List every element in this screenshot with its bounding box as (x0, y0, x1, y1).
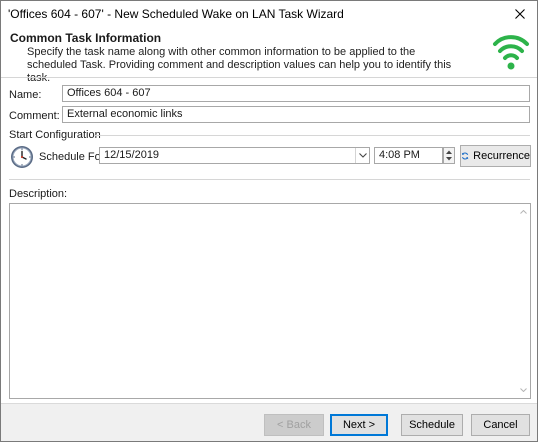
header-divider (1, 77, 537, 78)
time-spinner[interactable] (443, 147, 455, 164)
start-configuration-label: Start Configuration (9, 129, 101, 141)
close-icon (515, 9, 525, 19)
chevron-down-icon (446, 156, 452, 160)
comment-input[interactable]: External economic links (62, 106, 530, 123)
start-configuration-divider (94, 135, 530, 136)
header-description: Specify the task name along with other c… (27, 46, 452, 84)
window-title: 'Offices 604 - 607' - New Scheduled Wake… (8, 7, 344, 21)
time-decrement-button[interactable] (444, 155, 454, 162)
wizard-window: 'Offices 604 - 607' - New Scheduled Wake… (0, 0, 538, 442)
chevron-up-icon (446, 150, 452, 154)
comment-label: Comment: (9, 110, 60, 122)
scroll-down-icon (519, 388, 527, 392)
cancel-button[interactable]: Cancel (471, 414, 530, 436)
recurrence-label: Recurrence (473, 150, 530, 162)
refresh-icon (461, 152, 469, 160)
time-increment-button[interactable] (444, 148, 454, 155)
close-button[interactable] (503, 1, 537, 27)
wizard-header: Common Task Information Specify the task… (1, 27, 537, 84)
schedule-date-value: 12/15/2019 (104, 149, 160, 161)
next-button[interactable]: Next > (330, 414, 388, 436)
schedule-time-input[interactable]: 4:08 PM (374, 147, 443, 164)
name-input[interactable]: Offices 604 - 607 (62, 85, 530, 102)
schedule-for-label: Schedule For: (39, 151, 108, 163)
schedule-date-picker[interactable]: 12/15/2019 (99, 147, 370, 164)
chevron-down-icon (358, 153, 367, 158)
clock-icon (11, 146, 33, 168)
name-label: Name: (9, 89, 42, 101)
header-title: Common Task Information (10, 31, 162, 45)
scroll-up-button[interactable] (516, 206, 530, 218)
schedule-divider (9, 179, 530, 180)
wizard-footer: < Back Next > Schedule Cancel (1, 403, 537, 441)
wifi-icon (493, 35, 529, 70)
title-bar: 'Offices 604 - 607' - New Scheduled Wake… (1, 1, 537, 27)
schedule-time-value: 4:08 PM (379, 149, 420, 161)
schedule-button[interactable]: Schedule (401, 414, 463, 436)
scroll-up-icon (519, 210, 527, 214)
description-scrollbar[interactable] (516, 204, 530, 398)
date-dropdown-button[interactable] (355, 148, 369, 163)
description-label: Description: (9, 188, 68, 200)
recurrence-button[interactable]: Recurrence (460, 145, 531, 167)
description-textarea[interactable] (9, 203, 531, 399)
back-button[interactable]: < Back (264, 414, 324, 436)
scroll-down-button[interactable] (516, 384, 530, 396)
